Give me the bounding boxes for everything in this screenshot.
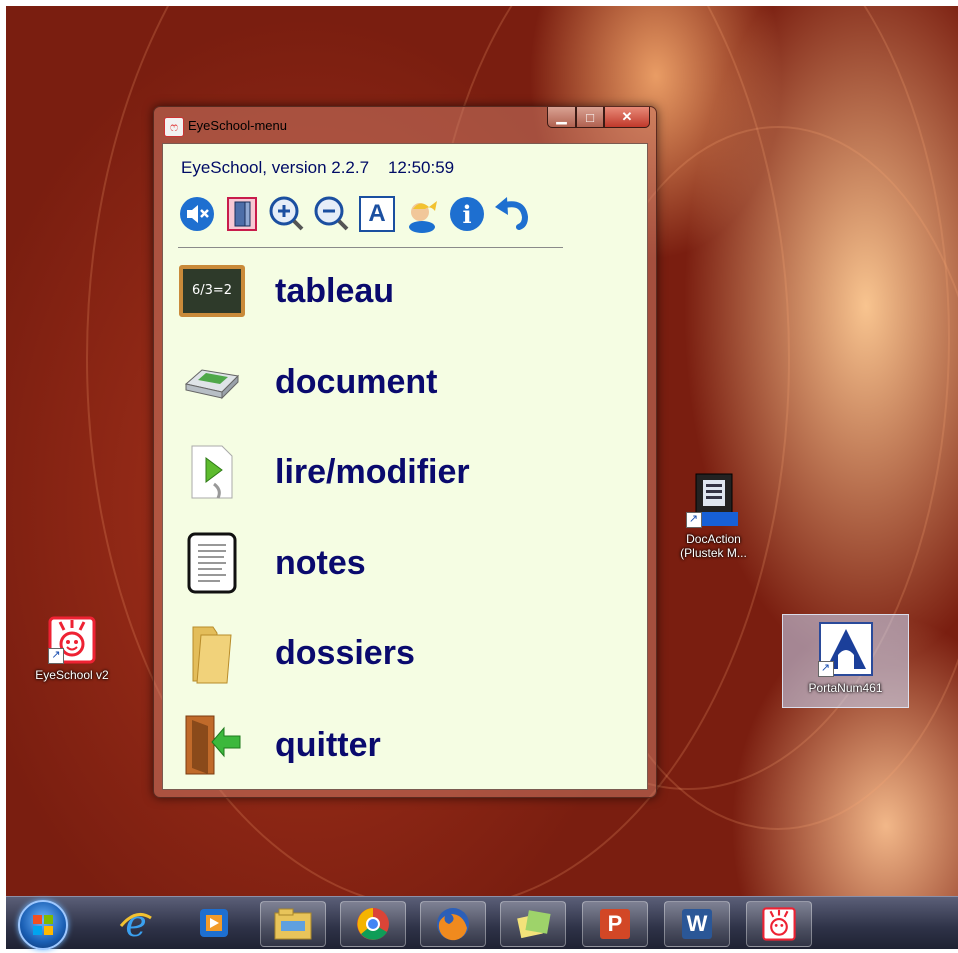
zoom-out-icon — [314, 196, 349, 231]
menu-item-notes[interactable]: notes — [179, 528, 619, 598]
user-icon — [409, 201, 437, 233]
menu-item-lire-modifier[interactable]: lire/modifier — [179, 437, 619, 507]
caption-buttons: ▁ □ ✕ — [547, 107, 650, 128]
font-icon: A — [359, 196, 395, 232]
menu-label: tableau — [275, 271, 395, 310]
taskbar-internet-explorer[interactable]: e — [104, 901, 168, 945]
mute-icon — [180, 197, 214, 231]
taskbar-word[interactable]: W — [664, 901, 730, 947]
menu-label: notes — [275, 543, 366, 582]
desktop-icon-label: DocAction (Plustek M... — [680, 532, 747, 560]
desktop-icon-label: PortaNum461 — [808, 681, 883, 695]
desktop-icon-label: EyeSchool v2 — [35, 668, 109, 682]
svg-text:i: i — [462, 200, 471, 229]
menu-label: dossiers — [275, 633, 415, 672]
taskbar-powerpoint[interactable]: P — [582, 901, 648, 947]
firefox-icon — [437, 908, 469, 941]
svg-text:e: e — [125, 904, 146, 942]
menu-item-quitter[interactable]: quitter — [179, 710, 619, 780]
zoom-in-icon — [269, 196, 304, 231]
taskbar-media-player[interactable] — [182, 901, 246, 945]
info-button[interactable]: i — [448, 194, 486, 234]
taskbar: e P W — [6, 896, 958, 950]
taskbar-eyeschool[interactable] — [746, 901, 812, 947]
menu-panel: EyeSchool, version 2.2.7 12:50:59 A i 6/… — [162, 143, 648, 790]
word-icon: W — [682, 909, 712, 939]
zoom-out-button[interactable] — [313, 194, 351, 234]
close-button[interactable]: ✕ — [604, 107, 650, 128]
window-title: EyeSchool-menu — [188, 118, 287, 133]
menu-item-tableau[interactable]: 6/3=2 tableau — [179, 256, 619, 326]
shortcut-arrow-icon: ↗ — [685, 512, 702, 528]
folder-icon — [179, 620, 245, 686]
user-button[interactable] — [403, 194, 441, 234]
sticky-notes-icon — [517, 910, 551, 939]
taskbar-file-explorer[interactable] — [260, 901, 326, 947]
window-mode-icon — [227, 197, 257, 231]
blackboard-icon: 6/3=2 — [179, 258, 245, 324]
windows-logo-icon — [33, 915, 53, 935]
mute-button[interactable] — [178, 194, 216, 234]
version-label: EyeSchool, version 2.2.7 12:50:59 — [181, 158, 455, 177]
menu-item-document[interactable]: document — [179, 347, 619, 417]
window-mode-button[interactable] — [223, 194, 261, 234]
eyeschool-logo-icon — [762, 907, 796, 941]
zoom-in-button[interactable] — [268, 194, 306, 234]
folder-icon — [274, 908, 312, 940]
desktop-icon-portanum[interactable]: ↗ PortaNum461 — [782, 614, 909, 708]
eyeschool-menu-window[interactable]: ෆ EyeSchool-menu ▁ □ ✕ EyeSchool, versio… — [153, 106, 657, 798]
internet-explorer-icon: e — [119, 904, 152, 942]
minimize-button[interactable]: ▁ — [547, 107, 576, 128]
taskbar-firefox[interactable] — [420, 901, 486, 947]
taskbar-sticky-notes[interactable] — [500, 901, 566, 947]
undo-icon — [495, 197, 529, 230]
menu-label: quitter — [275, 725, 381, 764]
notepad-icon — [179, 530, 245, 596]
title-bar[interactable]: ෆ EyeSchool-menu ▁ □ ✕ — [154, 107, 656, 143]
info-icon: i — [450, 197, 484, 231]
shortcut-arrow-icon: ↗ — [817, 661, 834, 677]
menu-item-dossiers[interactable]: dossiers — [179, 618, 619, 688]
start-button[interactable] — [18, 900, 68, 950]
chrome-icon — [357, 908, 389, 940]
scanner-icon — [179, 349, 245, 415]
exit-door-icon — [179, 712, 245, 778]
media-player-icon — [200, 909, 228, 937]
play-document-icon — [179, 439, 245, 505]
toolbar: A i — [178, 194, 531, 234]
taskbar-chrome[interactable] — [340, 901, 406, 947]
shortcut-arrow-icon: ↗ — [48, 648, 64, 664]
powerpoint-icon: P — [600, 909, 630, 939]
menu-label: document — [275, 362, 438, 401]
maximize-button[interactable]: □ — [576, 107, 604, 128]
undo-button[interactable] — [493, 194, 531, 234]
desktop-icon-eyeschool[interactable]: ↗ EyeSchool v2 — [22, 616, 122, 682]
toolbar-divider — [178, 247, 563, 248]
font-button[interactable]: A — [358, 194, 396, 234]
menu-label: lire/modifier — [275, 452, 470, 491]
desktop-icon-docaction[interactable]: ↗ DocAction (Plustek M... — [666, 472, 761, 560]
app-icon: ෆ — [164, 117, 184, 137]
